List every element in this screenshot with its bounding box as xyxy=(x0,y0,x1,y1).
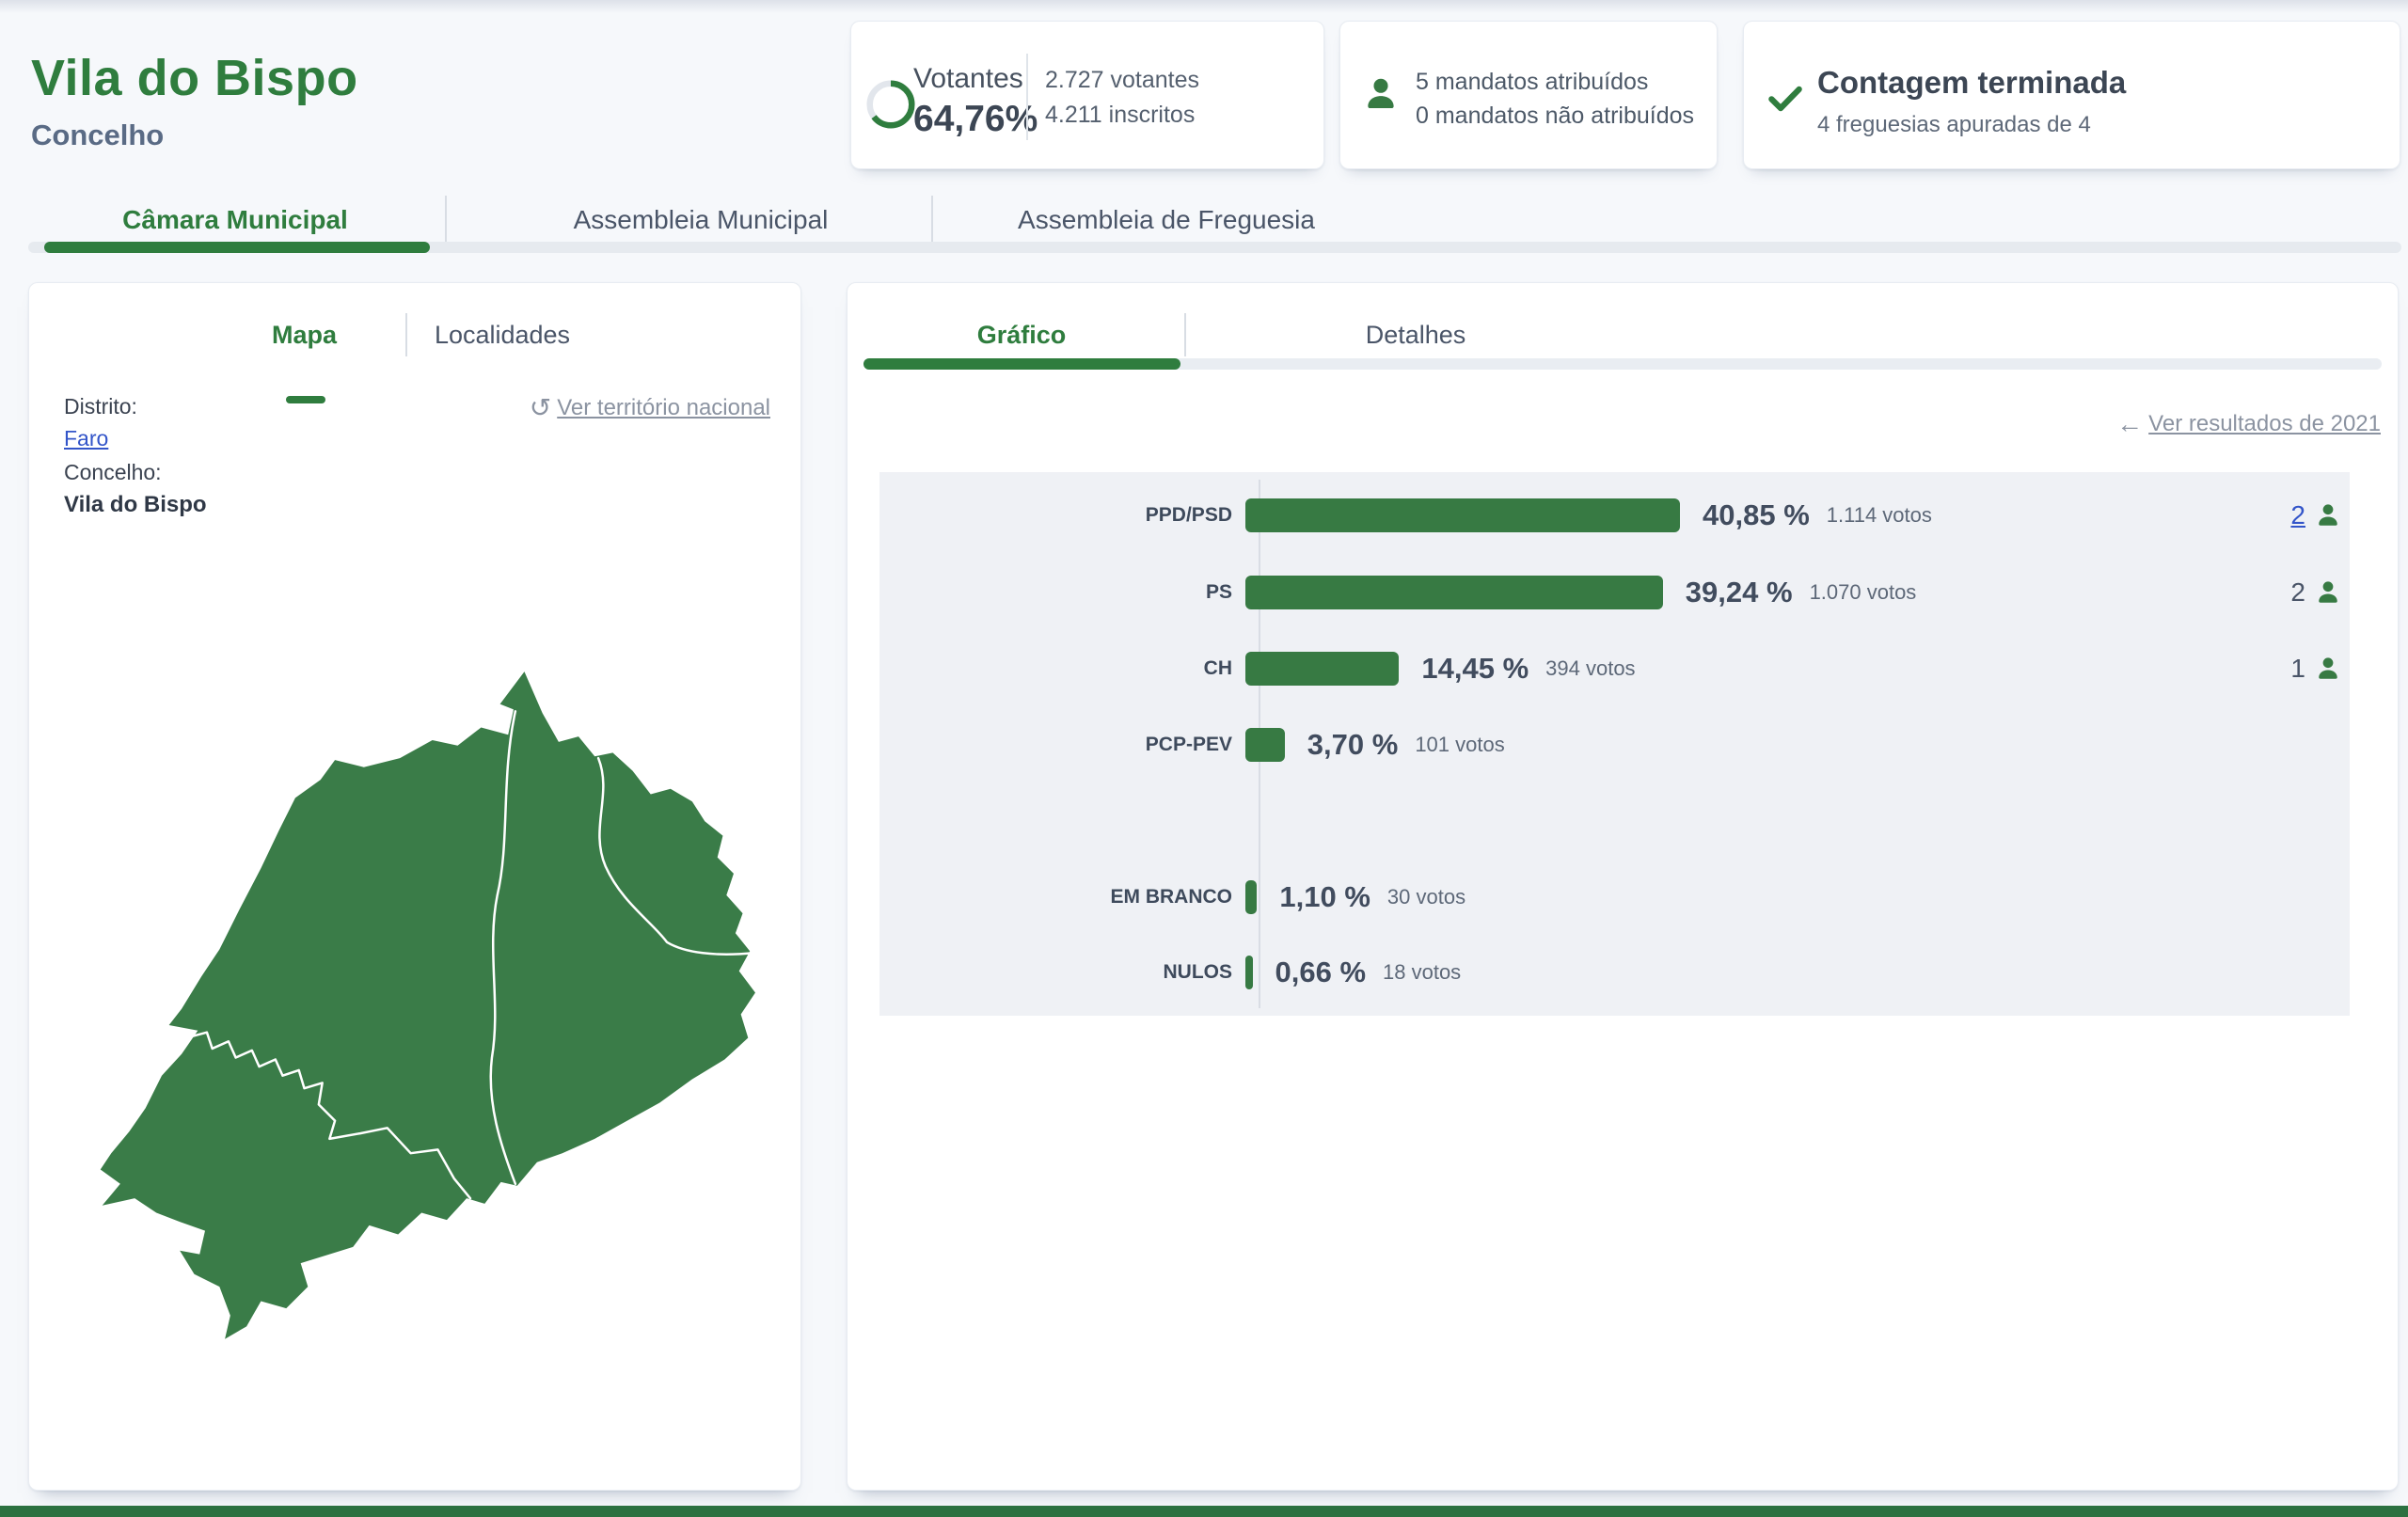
percent-value: 39,24 % xyxy=(1686,576,1793,609)
chart-row: EM BRANCO 1,10 % 30 votos xyxy=(879,880,2350,914)
votes-value: 394 votos xyxy=(1545,656,1635,681)
reset-icon: ↺ xyxy=(530,392,551,423)
tab-divider xyxy=(931,196,933,243)
council-label: Concelho: xyxy=(64,460,162,485)
council-value: Vila do Bispo xyxy=(64,492,207,518)
mandates-person-icon xyxy=(2314,655,2342,683)
result-bar xyxy=(1245,956,1253,989)
chart-row: CH 14,45 % 394 votos 1 xyxy=(879,652,2350,686)
percent-value: 14,45 % xyxy=(1421,652,1529,686)
results-tabs-track-active xyxy=(863,358,1180,370)
history-2021-label: Ver resultados de 2021 xyxy=(2148,411,2381,437)
registered-count: 4.211 inscritos xyxy=(1045,98,1199,133)
header-shadow xyxy=(0,0,2408,13)
mapa-tab-underline xyxy=(286,396,325,403)
tab-localidades[interactable]: Localidades xyxy=(422,315,582,355)
tab-assembleia-freguesia[interactable]: Assembleia de Freguesia xyxy=(941,198,1392,243)
votes-value: 101 votos xyxy=(1415,733,1504,757)
tab-camara-municipal[interactable]: Câmara Municipal xyxy=(28,198,442,243)
chart-plot: PPD/PSD 40,85 % 1.114 votos 2 PS 39,24 % 1.070… xyxy=(879,472,2350,1016)
mandates-count: 1 xyxy=(2290,654,2305,684)
result-bar xyxy=(1245,498,1680,532)
votantes-percent: 64,76% xyxy=(913,99,1038,140)
mandates-count[interactable]: 2 xyxy=(2290,500,2305,530)
back-arrow-icon: ← xyxy=(2116,409,2143,439)
results-panel: Gráfico Detalhes ← Ver resultados de 202… xyxy=(847,282,2399,1491)
mandates-cell: 1 xyxy=(2290,654,2342,684)
municipality-shape xyxy=(101,672,755,1339)
percent-value: 3,70 % xyxy=(1307,728,1399,762)
person-icon xyxy=(1361,74,1401,114)
progress-ring-icon xyxy=(866,80,915,129)
party-label: NULOS xyxy=(879,961,1245,984)
percent-value: 40,85 % xyxy=(1703,498,1810,532)
history-2021-link[interactable]: ← Ver resultados de 2021 xyxy=(2116,409,2381,439)
chart-row: PPD/PSD 40,85 % 1.114 votos 2 xyxy=(879,498,2350,532)
tab-divider xyxy=(405,313,407,356)
party-label: PPD/PSD xyxy=(879,504,1245,527)
mandates-assigned: 5 mandatos atribuídos xyxy=(1416,65,1648,99)
votes-value: 1.070 votos xyxy=(1810,580,1917,605)
mandates-cell: 2 xyxy=(2290,577,2342,608)
voters-count: 2.727 votantes xyxy=(1045,63,1199,98)
votes-value: 30 votos xyxy=(1387,885,1465,909)
count-finished-card: Contagem terminada 4 freguesias apuradas… xyxy=(1743,21,2400,169)
party-label: PCP-PEV xyxy=(879,734,1245,756)
percent-value: 1,10 % xyxy=(1279,880,1370,914)
votes-value: 1.114 votos xyxy=(1827,503,1932,528)
result-bar xyxy=(1245,728,1285,762)
result-bar xyxy=(1245,576,1663,609)
tab-grafico[interactable]: Gráfico xyxy=(937,315,1106,355)
page-title: Vila do Bispo xyxy=(31,49,358,107)
result-bar xyxy=(1245,652,1399,686)
tab-assembleia-municipal[interactable]: Assembleia Municipal xyxy=(470,198,931,243)
votantes-card: Votantes 64,76% 2.727 votantes 4.211 ins… xyxy=(850,21,1324,169)
reset-territory-label: Ver território nacional xyxy=(557,395,770,421)
mandates-card: 5 mandatos atribuídos 0 mandatos não atr… xyxy=(1339,21,1718,169)
card-divider xyxy=(1026,54,1028,140)
map-panel: Mapa Localidades Distrito: Faro Concelho… xyxy=(28,282,801,1491)
mandates-person-icon xyxy=(2314,578,2342,607)
result-bar xyxy=(1245,880,1257,914)
percent-value: 0,66 % xyxy=(1275,956,1367,989)
footer-bar xyxy=(0,1506,2408,1517)
district-link[interactable]: Faro xyxy=(64,426,108,451)
count-finished-title: Contagem terminada xyxy=(1817,65,2126,101)
municipality-map[interactable] xyxy=(86,652,786,1355)
tab-mapa[interactable]: Mapa xyxy=(246,315,363,355)
count-finished-detail: 4 freguesias apuradas de 4 xyxy=(1817,112,2091,138)
votes-value: 18 votos xyxy=(1383,960,1461,985)
chart-row: PS 39,24 % 1.070 votos 2 xyxy=(879,576,2350,609)
tabs-track-active xyxy=(44,242,430,253)
tab-divider xyxy=(1184,313,1186,356)
party-label: CH xyxy=(879,657,1245,680)
mandates-cell: 2 xyxy=(2290,500,2342,530)
tab-detalhes[interactable]: Detalhes xyxy=(1331,315,1500,355)
district-label: Distrito: xyxy=(64,394,137,419)
reset-territory-link[interactable]: ↺ Ver território nacional xyxy=(530,392,770,423)
page-subtitle: Concelho xyxy=(31,119,164,152)
mandates-unassigned: 0 mandatos não atribuídos xyxy=(1416,99,1694,133)
election-results-screen: Vila do Bispo Concelho Votantes 64,76% 2… xyxy=(0,0,2408,1517)
votantes-label: Votantes xyxy=(913,63,1023,95)
party-label: EM BRANCO xyxy=(879,886,1245,909)
chart-row: PCP-PEV 3,70 % 101 votos xyxy=(879,728,2350,762)
mandates-person-icon xyxy=(2314,501,2342,529)
check-icon xyxy=(1765,78,1806,119)
tab-divider xyxy=(445,196,447,243)
party-label: PS xyxy=(879,581,1245,604)
chart-row: NULOS 0,66 % 18 votos xyxy=(879,956,2350,989)
votantes-detail: 2.727 votantes 4.211 inscritos xyxy=(1045,63,1199,133)
mandates-count: 2 xyxy=(2290,577,2305,608)
